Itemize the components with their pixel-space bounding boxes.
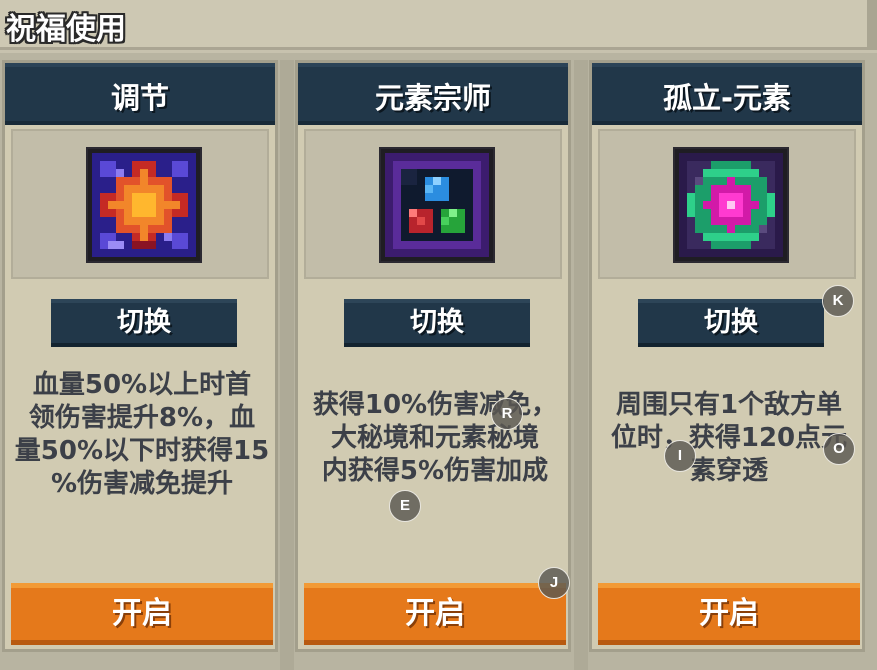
desc-line: %伤害减免提升	[50, 469, 234, 499]
desc-line: 领伤害提升8%，血	[28, 403, 256, 433]
blessing-card-regulate: 调节 切换 血量50%以上时首 领伤害提升8%，血 量50%以下时获得15 %伤…	[2, 60, 278, 652]
desc-line: 大秘境和元素秘境	[330, 423, 539, 453]
fire-burst-icon	[88, 149, 200, 261]
marker-o[interactable]: O	[823, 433, 855, 465]
switch-button[interactable]: 切换	[344, 299, 530, 347]
marker-i[interactable]: I	[664, 440, 696, 472]
card-divider	[574, 60, 588, 670]
marker-e[interactable]: E	[389, 490, 421, 522]
desc-line: 获得10%伤害减免，	[312, 390, 558, 420]
card-title: 调节	[110, 81, 169, 115]
blessing-card-element-master: 元素宗师 切换 获得10%伤害减免， 大秘境和元素秘境 内获得5%伤害加成 开启	[295, 60, 571, 652]
icon-panel	[11, 129, 269, 279]
marker-r[interactable]: R	[491, 398, 523, 430]
desc-line: 素穿透	[689, 456, 768, 486]
marker-j[interactable]: J	[538, 567, 570, 599]
desc-line: 血量50%以上时首	[32, 370, 252, 400]
open-button[interactable]: 开启	[304, 583, 566, 645]
switch-button[interactable]: 切换	[638, 299, 824, 347]
desc-line: 内获得5%伤害加成	[321, 456, 549, 486]
card-header: 调节	[5, 63, 275, 125]
card-description: 血量50%以上时首 领伤害提升8%，血 量50%以下时获得15 %伤害减免提升	[9, 369, 275, 501]
switch-button[interactable]: 切换	[51, 299, 237, 347]
open-button[interactable]: 开启	[11, 583, 273, 645]
blessing-card-isolated-element: 孤立-元素 切换 周围只有1个敌方单 位时，获得120点元 素穿透 开启	[589, 60, 865, 652]
card-divider	[280, 60, 294, 670]
desc-line: 周围只有1个敌方单	[615, 390, 843, 420]
card-title: 元素宗师	[374, 81, 491, 115]
card-title: 孤立-元素	[662, 81, 792, 115]
top-bar-edge	[867, 0, 877, 50]
desc-line: 量50%以下时获得15	[14, 436, 270, 466]
isolated-element-icon	[675, 149, 787, 261]
blessing-screen: 祝福使用 调节 切换 血量50%以上时首 领伤害提升8%，血 量50%以下时获得…	[0, 0, 877, 670]
element-gems-icon	[381, 149, 493, 261]
page-title: 祝福使用	[6, 12, 126, 47]
icon-panel	[598, 129, 856, 279]
card-description: 周围只有1个敌方单 位时，获得120点元 素穿透	[596, 389, 862, 488]
open-button[interactable]: 开启	[598, 583, 860, 645]
marker-k[interactable]: K	[822, 285, 854, 317]
card-header: 孤立-元素	[592, 63, 862, 125]
card-description: 获得10%伤害减免， 大秘境和元素秘境 内获得5%伤害加成	[302, 389, 568, 488]
top-bar: 祝福使用	[0, 0, 877, 50]
icon-panel	[304, 129, 562, 279]
card-header: 元素宗师	[298, 63, 568, 125]
